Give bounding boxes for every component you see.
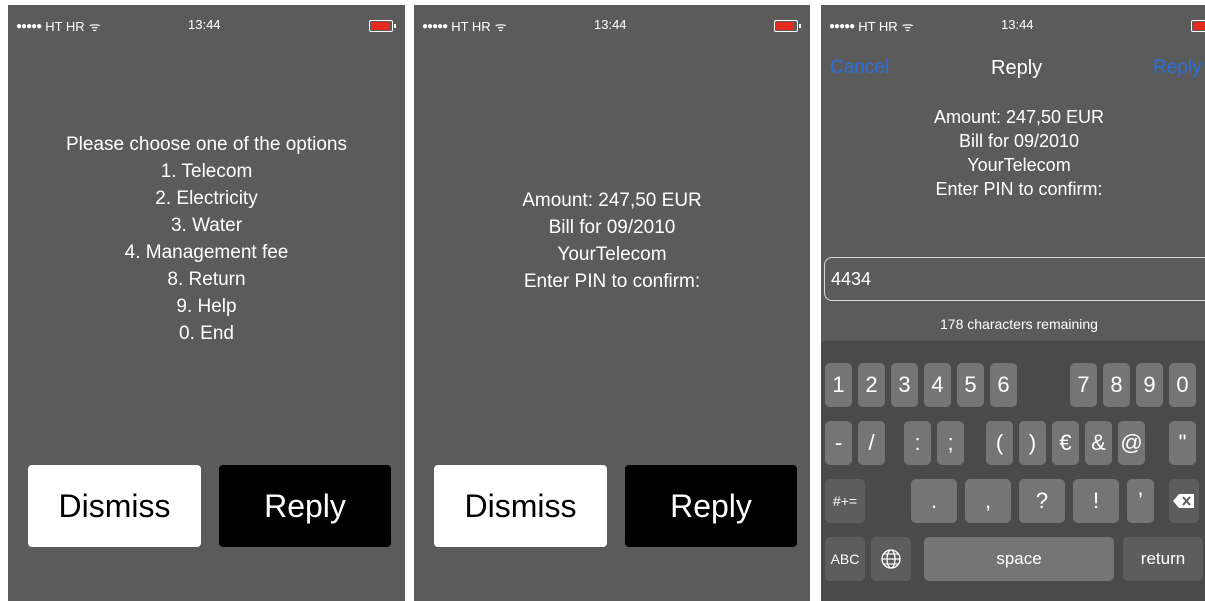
- key-9[interactable]: 9: [1136, 363, 1163, 407]
- key-colon[interactable]: :: [904, 421, 931, 465]
- wifi-icon: ᯤ: [494, 19, 507, 34]
- key-space[interactable]: space: [924, 537, 1114, 581]
- reply-button[interactable]: Reply: [219, 465, 391, 547]
- message-line: 9. Help: [176, 296, 237, 317]
- ussd-message: Please choose one of the options 1. Tele…: [8, 131, 405, 347]
- carrier-name: HT HR: [451, 18, 491, 34]
- key-question[interactable]: ?: [1019, 479, 1065, 523]
- backspace-icon-glyph: [1173, 494, 1194, 508]
- message-line: Enter PIN to confirm:: [935, 179, 1103, 199]
- key-2[interactable]: 2: [858, 363, 885, 407]
- message-line: Amount: 247,50 EUR: [933, 107, 1105, 127]
- key-7[interactable]: 7: [1070, 363, 1097, 407]
- key-semicolon[interactable]: ;: [937, 421, 964, 465]
- carrier-name: HT HR: [858, 18, 898, 34]
- message-line: 8. Return: [167, 269, 246, 290]
- key-period[interactable]: .: [911, 479, 957, 523]
- globe-icon-glyph: [881, 549, 901, 569]
- key-close-paren[interactable]: ): [1019, 421, 1046, 465]
- message-line: 2. Electricity: [155, 188, 258, 209]
- key-3[interactable]: 3: [891, 363, 918, 407]
- status-time: 13:44: [188, 17, 221, 32]
- status-bar: ●●●●● HT HR ᯤ 13:44: [414, 5, 810, 39]
- dismiss-button[interactable]: Dismiss: [434, 465, 607, 547]
- battery-icon: [369, 20, 396, 32]
- signal-icon: ●●●●●: [16, 20, 42, 32]
- battery-icon: [1191, 20, 1205, 32]
- key-4[interactable]: 4: [924, 363, 951, 407]
- status-time: 13:44: [594, 17, 627, 32]
- send-reply-button[interactable]: Reply: [1153, 57, 1202, 79]
- ussd-message: Amount: 247,50 EUR Bill for 09/2010 Your…: [414, 187, 810, 295]
- nav-bar: Cancel Reply Reply: [821, 39, 1205, 93]
- key-1[interactable]: 1: [825, 363, 852, 407]
- wifi-icon: ᯤ: [88, 19, 101, 34]
- message-line: Bill for 09/2010: [548, 217, 676, 238]
- wifi-icon: ᯤ: [901, 19, 914, 34]
- key-symbols-toggle[interactable]: #+=: [825, 479, 865, 523]
- backspace-icon[interactable]: [1169, 479, 1199, 523]
- keyboard: 1 2 3 4 5 6 7 8 9 0 - / : ; ( ) € & @ " …: [821, 341, 1205, 601]
- battery-icon: [774, 20, 801, 32]
- key-exclamation[interactable]: !: [1073, 479, 1119, 523]
- message-line: 3. Water: [170, 215, 243, 236]
- key-apostrophe[interactable]: ’: [1127, 479, 1154, 523]
- key-slash[interactable]: /: [858, 421, 885, 465]
- key-open-paren[interactable]: (: [986, 421, 1013, 465]
- globe-icon[interactable]: [871, 537, 911, 581]
- key-euro[interactable]: €: [1052, 421, 1079, 465]
- characters-remaining: 178 characters remaining: [940, 316, 1098, 332]
- message-line: YourTelecom: [967, 155, 1071, 175]
- message-line: 4. Management fee: [124, 242, 289, 263]
- message-line: Bill for 09/2010: [958, 131, 1080, 151]
- message-line: YourTelecom: [557, 244, 667, 265]
- status-bar: ●●●●● HT HR ᯤ 13:44: [8, 5, 405, 39]
- message-line: 1. Telecom: [160, 161, 253, 182]
- message-line: Please choose one of the options: [66, 134, 347, 155]
- key-hyphen[interactable]: -: [825, 421, 852, 465]
- key-0[interactable]: 0: [1169, 363, 1196, 407]
- screen-reply-compose: ●●●●● HT HR ᯤ 13:44 Cancel Reply Reply A…: [821, 5, 1205, 601]
- nav-title: Reply: [991, 57, 1043, 79]
- ussd-message: Amount: 247,50 EUR Bill for 09/2010 Your…: [821, 105, 1205, 201]
- status-bar: ●●●●● HT HR ᯤ 13:44: [821, 5, 1205, 39]
- key-at[interactable]: @: [1118, 421, 1145, 465]
- key-comma[interactable]: ,: [965, 479, 1011, 523]
- status-time: 13:44: [1001, 17, 1034, 32]
- key-quote[interactable]: ": [1169, 421, 1196, 465]
- screen-ussd-menu: ●●●●● HT HR ᯤ 13:44 Please choose one of…: [8, 5, 405, 601]
- message-line: 0. End: [179, 323, 234, 344]
- reply-button[interactable]: Reply: [625, 465, 797, 547]
- pin-input[interactable]: [825, 258, 1191, 300]
- cancel-button[interactable]: Cancel: [830, 57, 889, 79]
- key-5[interactable]: 5: [957, 363, 984, 407]
- message-line: Amount: 247,50 EUR: [522, 190, 702, 211]
- signal-icon: ●●●●●: [422, 20, 448, 32]
- key-8[interactable]: 8: [1103, 363, 1130, 407]
- key-6[interactable]: 6: [990, 363, 1017, 407]
- signal-icon: ●●●●●: [829, 20, 855, 32]
- message-line: Enter PIN to confirm:: [523, 271, 701, 292]
- key-return[interactable]: return: [1123, 537, 1203, 581]
- key-abc[interactable]: ABC: [825, 537, 865, 581]
- pin-field[interactable]: [824, 257, 1205, 301]
- dismiss-button[interactable]: Dismiss: [28, 465, 201, 547]
- screen-bill-confirm: ●●●●● HT HR ᯤ 13:44 Amount: 247,50 EUR B…: [414, 5, 810, 601]
- key-ampersand[interactable]: &: [1085, 421, 1112, 465]
- carrier-name: HT HR: [45, 18, 85, 34]
